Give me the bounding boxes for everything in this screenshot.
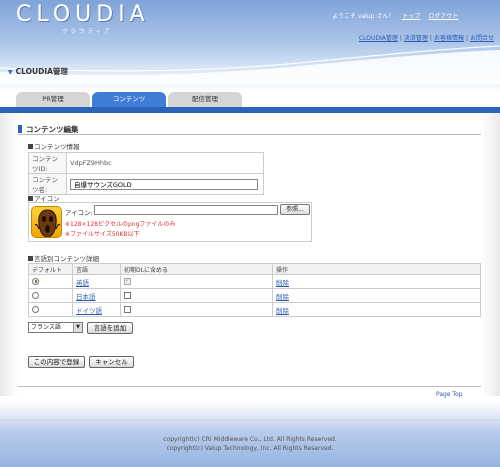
- include-cell: [120, 302, 273, 317]
- icon-file-input[interactable]: [94, 205, 278, 215]
- icon-box: アイコン: 参照... ※128×128ピクセルのpngファイルのみ ※ファイル…: [28, 202, 312, 242]
- content-id-value: VdpFZ9Hhbc: [66, 152, 264, 174]
- nav-separator: |: [465, 35, 468, 42]
- content-info-heading-label: コンテンツ情報: [34, 143, 80, 151]
- language-cell: 日本語: [72, 288, 121, 303]
- content-id-label: コンテンツID:: [28, 152, 67, 174]
- header-swoosh: [0, 45, 500, 84]
- copyright-valup: copyright(c) Valup Technology, Inc. All …: [166, 445, 334, 452]
- lang-heading: 言語別コンテンツ詳細: [28, 253, 99, 263]
- square-bullet-icon: [28, 144, 33, 149]
- content-name-label: コンテンツ名:: [28, 173, 67, 195]
- welcome-text: ようこそ valup さん！: [332, 13, 395, 20]
- default-cell: [28, 288, 73, 303]
- welcome-bar: ようこそ valup さん！ トップ ログアウト: [332, 11, 458, 20]
- tab-pr[interactable]: PR管理: [16, 92, 90, 107]
- default-radio[interactable]: [32, 291, 39, 299]
- triangle-icon: ▼: [8, 69, 13, 76]
- nav-separator: |: [429, 35, 432, 42]
- icon-note-size: ※128×128ピクセルのpngファイルのみ: [65, 221, 176, 228]
- tab-delivery[interactable]: 配信管理: [168, 92, 242, 107]
- language-table: デフォルト 言語 初期DLに含める 操作 英語 削除 日本語 削除 ドイツ語 削…: [28, 263, 481, 317]
- language-link[interactable]: 日本語: [76, 293, 96, 301]
- square-bullet-icon: [28, 256, 33, 261]
- scream-icon: [34, 209, 61, 237]
- logo[interactable]: CLOUDIA: [16, 2, 150, 27]
- col-language: 言語: [72, 263, 121, 275]
- page-top-link[interactable]: Page Top: [436, 391, 463, 398]
- divider: [18, 386, 481, 387]
- tab-content[interactable]: コンテンツ: [92, 92, 166, 107]
- include-checkbox: [124, 277, 131, 285]
- default-cell: [28, 302, 73, 317]
- content-info-heading: コンテンツ情報: [28, 141, 80, 151]
- page-title-label: CLOUDIA管理: [15, 67, 68, 76]
- table-row: 英語 削除: [28, 274, 481, 289]
- col-action: 操作: [272, 263, 481, 275]
- header-nav: CLOUDIA管理 | 決済管理 | お客様情報 | お問合せ: [359, 33, 494, 42]
- title-bar-marker: [18, 125, 22, 133]
- browse-button[interactable]: 参照...: [280, 204, 310, 215]
- square-bullet-icon: [28, 196, 33, 201]
- nav-payment[interactable]: 決済管理: [404, 35, 428, 42]
- action-cell: 削除: [272, 274, 481, 289]
- include-cell: [120, 274, 273, 289]
- table-row: ドイツ語 削除: [28, 302, 481, 317]
- app-icon-image: [31, 206, 62, 238]
- language-select-value: フランス語: [31, 324, 61, 331]
- nav-cloudia-admin[interactable]: CLOUDIA管理: [359, 35, 398, 42]
- language-link[interactable]: ドイツ語: [76, 307, 102, 315]
- delete-link[interactable]: 削除: [276, 279, 289, 287]
- footer: [0, 401, 500, 467]
- icon-note-filesize: ※ファイルサイズ50KB以下: [65, 231, 140, 238]
- language-cell: ドイツ語: [72, 302, 121, 317]
- divider: [18, 134, 481, 135]
- table-row: 日本語 削除: [28, 288, 481, 303]
- action-cell: 削除: [272, 288, 481, 303]
- page-title: ▼ CLOUDIA管理: [8, 66, 68, 77]
- content-name-cell: [66, 173, 264, 195]
- default-radio[interactable]: [32, 277, 39, 285]
- logo-subtitle: クラウディア: [62, 29, 113, 35]
- save-button[interactable]: この内容で登録: [28, 356, 85, 368]
- include-cell: [120, 288, 273, 303]
- default-cell: [28, 274, 73, 289]
- nav-customer-info[interactable]: お客様情報: [434, 35, 464, 42]
- col-default: デフォルト: [28, 263, 73, 275]
- nav-contact[interactable]: お問合せ: [470, 35, 494, 42]
- delete-link[interactable]: 削除: [276, 293, 289, 301]
- content-name-input[interactable]: [70, 178, 258, 190]
- icon-field-label: アイコン:: [65, 209, 93, 217]
- nav-separator: |: [399, 35, 402, 42]
- cancel-button[interactable]: キャンセル: [89, 356, 134, 368]
- add-language-button[interactable]: 言語を追加: [87, 322, 133, 334]
- delete-link[interactable]: 削除: [276, 307, 289, 315]
- logout-link[interactable]: ログアウト: [428, 13, 458, 20]
- language-link[interactable]: 英語: [76, 279, 89, 287]
- include-checkbox[interactable]: [124, 291, 131, 299]
- content-info-table: コンテンツID: VdpFZ9Hhbc コンテンツ名:: [28, 152, 264, 195]
- language-cell: 英語: [72, 274, 121, 289]
- chevron-down-icon: ▼: [73, 323, 82, 332]
- lang-heading-label: 言語別コンテンツ詳細: [34, 255, 99, 263]
- col-include-initial: 初期DLに含める: [120, 263, 273, 275]
- top-link[interactable]: トップ: [402, 13, 420, 20]
- default-radio[interactable]: [32, 305, 39, 313]
- table-header-row: デフォルト 言語 初期DLに含める 操作: [28, 263, 481, 275]
- footer-divider: [0, 420, 500, 421]
- language-select[interactable]: フランス語 ▼: [28, 322, 83, 333]
- copyright-cri: copyright(c) CRI Middleware Co., Ltd. Al…: [163, 436, 337, 443]
- action-cell: 削除: [272, 302, 481, 317]
- header: CLOUDIA クラウディア ようこそ valup さん！ トップ ログアウト …: [0, 0, 500, 92]
- edit-title-label: コンテンツ編集: [26, 125, 79, 134]
- include-checkbox[interactable]: [124, 305, 131, 313]
